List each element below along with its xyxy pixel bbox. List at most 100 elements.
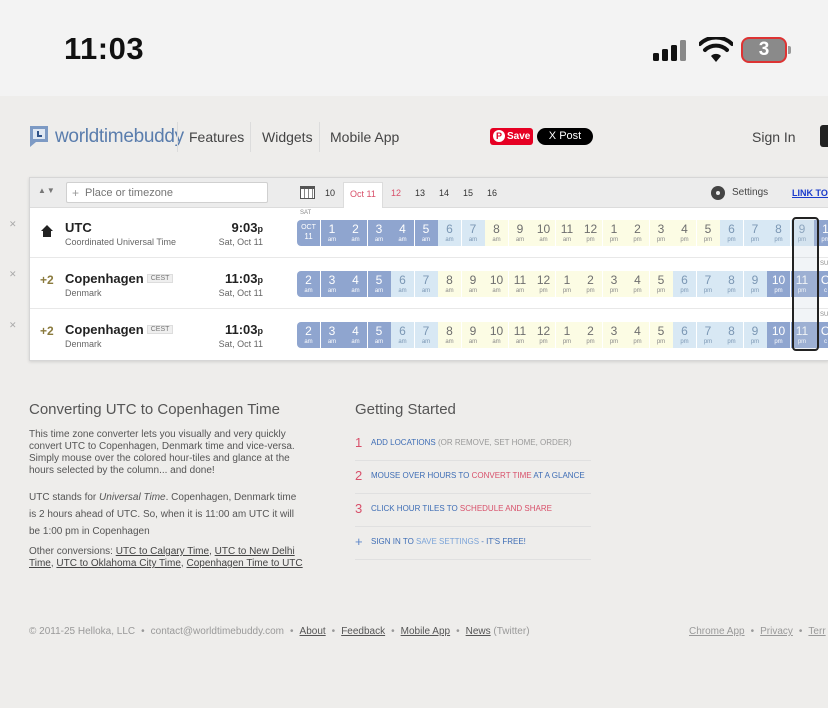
hour-tile[interactable]: 1 pm (602, 220, 626, 246)
conversion-link[interactable]: UTC to Oklahoma City Time (56, 558, 180, 569)
home-icon[interactable] (40, 224, 54, 238)
settings-button[interactable]: Settings (732, 187, 768, 198)
step-add-locations[interactable]: 1 ADD LOCATIONS (OR REMOVE, SET HOME, OR… (355, 428, 591, 461)
hour-strip[interactable]: 2 am 3 am 4 am 5 am 6 am 7 am 8 am 9 am 10 am 11 am 12 pm 1 pm 2… (297, 271, 828, 297)
hour-tile[interactable]: 6 pm (673, 322, 696, 348)
link-to-this-button[interactable]: LINK TO T (792, 188, 828, 198)
hour-tile[interactable]: 5 am (367, 271, 391, 297)
hour-tile[interactable]: 10 am (532, 220, 555, 246)
date-tab[interactable]: 12 (391, 178, 401, 208)
hour-tile[interactable]: 6 am (391, 322, 414, 348)
hour-tile[interactable]: 10 am (485, 322, 508, 348)
hour-tile[interactable]: 1 am (320, 220, 344, 246)
hour-tile[interactable]: 6 am (391, 271, 414, 297)
remove-row-icon[interactable]: ✕ (9, 219, 17, 230)
hour-tile[interactable]: 9 am (461, 271, 485, 297)
timezone-row[interactable]: UTC Coordinated Universal Time 9:03p Sat… (30, 208, 828, 258)
date-tab[interactable]: 10 (325, 178, 335, 208)
sort-arrows-icon[interactable]: ▲▼ (38, 186, 56, 195)
date-tab-active[interactable]: Oct 11 (343, 182, 383, 208)
calendar-icon[interactable] (300, 186, 315, 199)
hour-tile[interactable]: 6 pm (720, 220, 743, 246)
hour-tile[interactable]: 3 am (367, 220, 391, 246)
hour-tile[interactable]: 4 pm (673, 220, 696, 246)
hour-tile[interactable]: 9 am (461, 322, 485, 348)
footer-chrome-link[interactable]: Chrome App (689, 626, 745, 637)
remove-row-icon[interactable]: ✕ (9, 269, 17, 280)
hour-strip[interactable]: OCT 11 1 am 2 am 3 am 4 am 5 am 6 am 7 am 8 am 9 am 10 am 11 am… (297, 220, 828, 246)
hour-tile[interactable]: 2 am (297, 322, 320, 348)
logo-wordmark[interactable]: worldtimebuddy (55, 126, 184, 148)
hour-tile[interactable]: 10 pm (767, 271, 790, 297)
step-schedule-share[interactable]: 3 CLICK HOUR TILES TO SCHEDULE AND SHARE (355, 494, 591, 527)
sign-in-link[interactable]: Sign In (752, 129, 796, 145)
hour-tile[interactable]: 5 am (414, 220, 438, 246)
hour-tile[interactable]: 9 pm (743, 322, 767, 348)
hour-strip[interactable]: 2 am 3 am 4 am 5 am 6 am 7 am 8 am 9 am 10 am 11 am 12 pm 1 pm 2… (297, 322, 828, 348)
footer-about-link[interactable]: About (300, 626, 326, 637)
footer-terms-link[interactable]: Terr (808, 626, 825, 637)
place-search-input[interactable] (66, 182, 268, 203)
hour-tile[interactable]: 10 pm (767, 322, 790, 348)
x-post-button[interactable]: X Post (537, 128, 593, 145)
hour-tile[interactable]: 2 am (344, 220, 367, 246)
hour-tile[interactable]: 5 pm (649, 271, 673, 297)
nav-features-link[interactable]: Features (189, 129, 244, 145)
hour-tile[interactable]: 9 am (508, 220, 532, 246)
hour-tile[interactable]: 3 am (320, 271, 344, 297)
hour-tile[interactable]: 11 am (508, 322, 532, 348)
hour-tile[interactable]: 4 pm (626, 322, 649, 348)
hour-tile[interactable]: 3 pm (649, 220, 673, 246)
hour-tile[interactable]: 8 am (438, 271, 461, 297)
step-convert-time[interactable]: 2 MOUSE OVER HOURS TO CONVERT TIME AT A … (355, 461, 591, 494)
nav-mobile-app-link[interactable]: Mobile App (330, 129, 399, 145)
conversion-link[interactable]: Copenhagen Time to UTC (186, 558, 302, 569)
hour-tile[interactable]: 8 am (438, 322, 461, 348)
hour-tile[interactable]: 2 pm (579, 322, 602, 348)
hour-tile[interactable]: 7 am (414, 271, 438, 297)
app-store-badge[interactable] (820, 125, 828, 147)
remove-row-icon[interactable]: ✕ (9, 320, 17, 331)
hour-tile[interactable]: 7 pm (696, 271, 720, 297)
footer-privacy-link[interactable]: Privacy (760, 626, 793, 637)
timezone-row[interactable]: +2 Copenhagen CEST Denmark 11:03p Sat, Oc… (30, 259, 828, 309)
hour-tile[interactable]: 7 am (461, 220, 485, 246)
hour-tile[interactable]: 4 am (344, 322, 367, 348)
hour-tile[interactable]: 5 pm (649, 322, 673, 348)
date-tab[interactable]: 15 (463, 178, 473, 208)
pinterest-save-button[interactable]: P Save (490, 128, 533, 145)
gear-icon[interactable] (711, 186, 725, 200)
hour-tile[interactable]: 3 pm (602, 271, 626, 297)
hour-tile[interactable]: 4 am (391, 220, 414, 246)
hour-tile[interactable]: 3 am (320, 322, 344, 348)
timezone-row[interactable]: +2 Copenhagen CEST Denmark 11:03p Sat, Oc… (30, 310, 828, 360)
hour-tile[interactable]: 11 am (508, 271, 532, 297)
hour-tile[interactable]: 7 pm (743, 220, 767, 246)
nav-widgets-link[interactable]: Widgets (262, 129, 313, 145)
footer-feedback-link[interactable]: Feedback (341, 626, 385, 637)
hour-tile[interactable]: 8 pm (720, 271, 743, 297)
date-tab[interactable]: 16 (487, 178, 497, 208)
hour-tile[interactable]: 4 pm (626, 271, 649, 297)
footer-news-link[interactable]: News (466, 626, 491, 637)
hour-tile[interactable]: 5 pm (696, 220, 720, 246)
hour-tile[interactable]: 2 am (297, 271, 320, 297)
hour-tile[interactable]: 2 pm (626, 220, 649, 246)
hour-tile[interactable]: 4 am (344, 271, 367, 297)
conversion-link[interactable]: UTC to Calgary Time (116, 546, 209, 557)
hour-tile[interactable]: 8 pm (767, 220, 790, 246)
hour-tile[interactable]: 8 pm (720, 322, 743, 348)
date-tab[interactable]: 14 (439, 178, 449, 208)
hour-tile[interactable]: 12 pm (532, 271, 555, 297)
hour-tile[interactable]: 1 pm (555, 322, 579, 348)
selected-hour-column[interactable] (792, 217, 819, 351)
logo-clock-icon[interactable] (28, 124, 50, 148)
hour-tile[interactable]: 9 pm (743, 271, 767, 297)
hour-tile[interactable]: 7 am (414, 322, 438, 348)
step-sign-in[interactable]: + SIGN IN TO SAVE SETTINGS - IT'S FREE! (355, 527, 591, 560)
hour-tile[interactable]: 2 pm (579, 271, 602, 297)
hour-tile[interactable]: 8 am (485, 220, 508, 246)
hour-tile[interactable]: 7 pm (696, 322, 720, 348)
hour-tile[interactable]: OCT 11 (297, 220, 320, 246)
hour-tile[interactable]: 10 am (485, 271, 508, 297)
